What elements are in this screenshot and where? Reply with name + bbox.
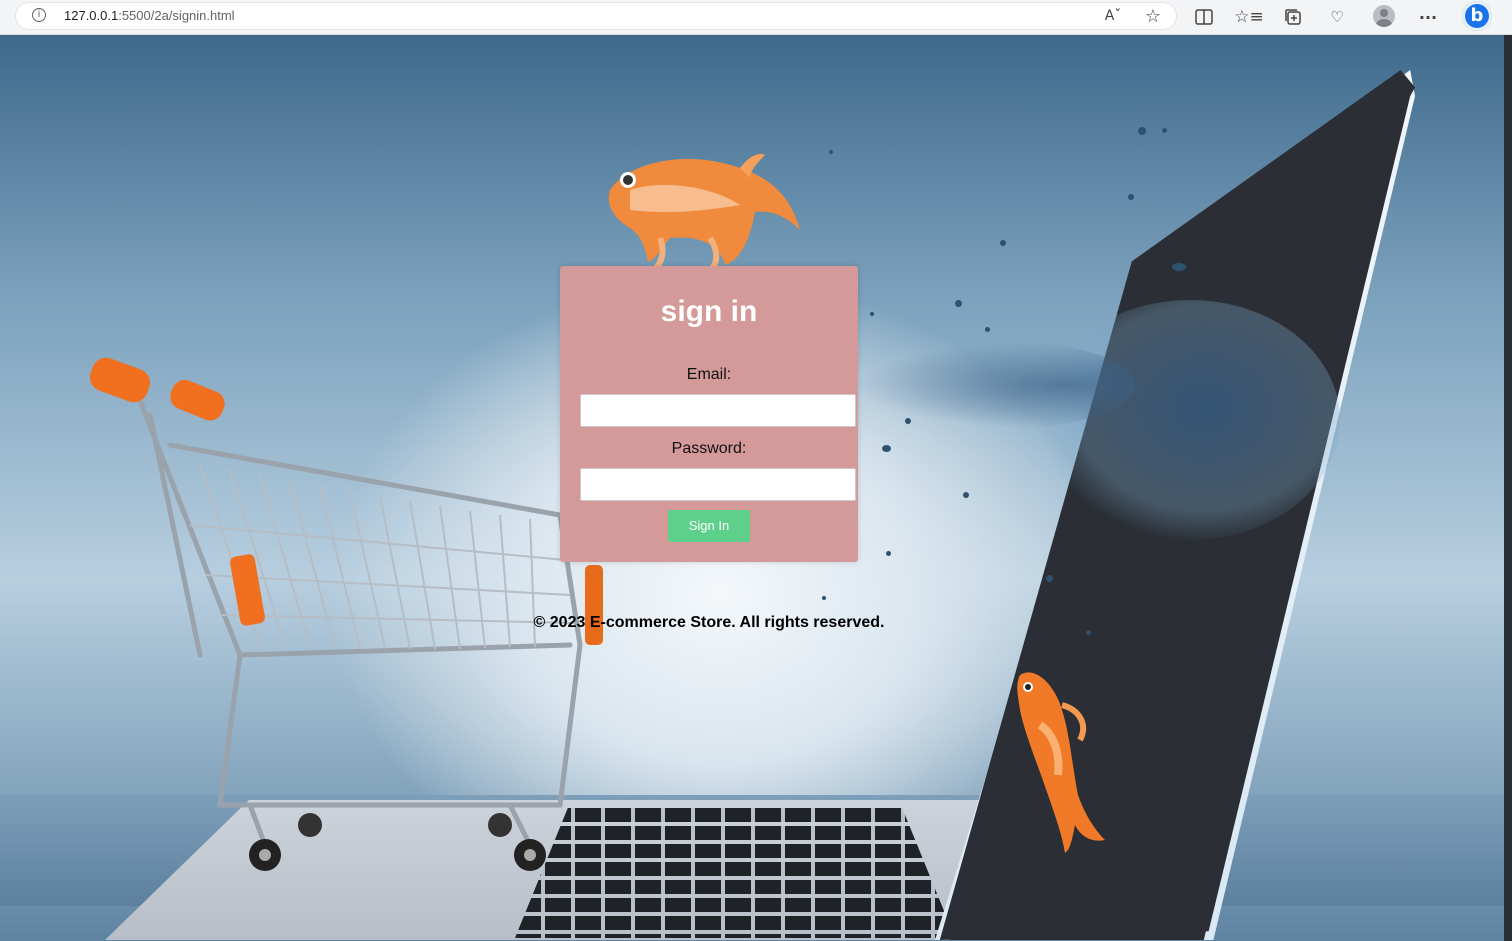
favorites-icon[interactable]: ☆≡ (1234, 4, 1263, 30)
email-field[interactable] (580, 394, 856, 427)
address-bar[interactable]: i 127.0.0.1:5500/2a/signin.html Aˇ ☆ (16, 3, 1176, 29)
signin-title: sign in (660, 295, 758, 328)
footer-copyright: © 2023 E-commerce Store. All rights rese… (533, 614, 885, 631)
password-field[interactable] (580, 468, 856, 501)
more-icon[interactable]: ··· (1415, 4, 1441, 30)
goldfish-screen-image (1000, 665, 1110, 855)
browser-toolbar: i 127.0.0.1:5500/2a/signin.html Aˇ ☆ ☆≡ … (0, 0, 1512, 35)
signin-button[interactable]: Sign In (668, 510, 750, 542)
signin-card: sign in Email: Password: Sign In (560, 266, 858, 562)
url-text[interactable]: 127.0.0.1:5500/2a/signin.html (64, 8, 235, 23)
email-label: Email: (686, 366, 732, 383)
info-icon[interactable]: i (32, 8, 46, 22)
split-screen-icon[interactable] (1191, 4, 1217, 30)
collections-icon[interactable] (1280, 4, 1306, 30)
password-label: Password: (671, 440, 747, 457)
url-host: 127.0.0.1 (64, 8, 119, 23)
water-stream (855, 340, 1135, 430)
water-splash (1040, 300, 1340, 540)
performance-icon[interactable]: ♡ (1324, 4, 1350, 30)
goldfish-image (600, 150, 805, 271)
bing-copilot-icon[interactable]: b (1462, 1, 1492, 31)
profile-avatar[interactable] (1373, 5, 1395, 27)
favorite-star-icon[interactable]: ☆ (1140, 3, 1166, 29)
url-path: :5500/2a/signin.html (118, 8, 235, 23)
scrollbar[interactable] (1504, 35, 1512, 941)
read-aloud-icon[interactable]: Aˇ (1100, 3, 1126, 29)
